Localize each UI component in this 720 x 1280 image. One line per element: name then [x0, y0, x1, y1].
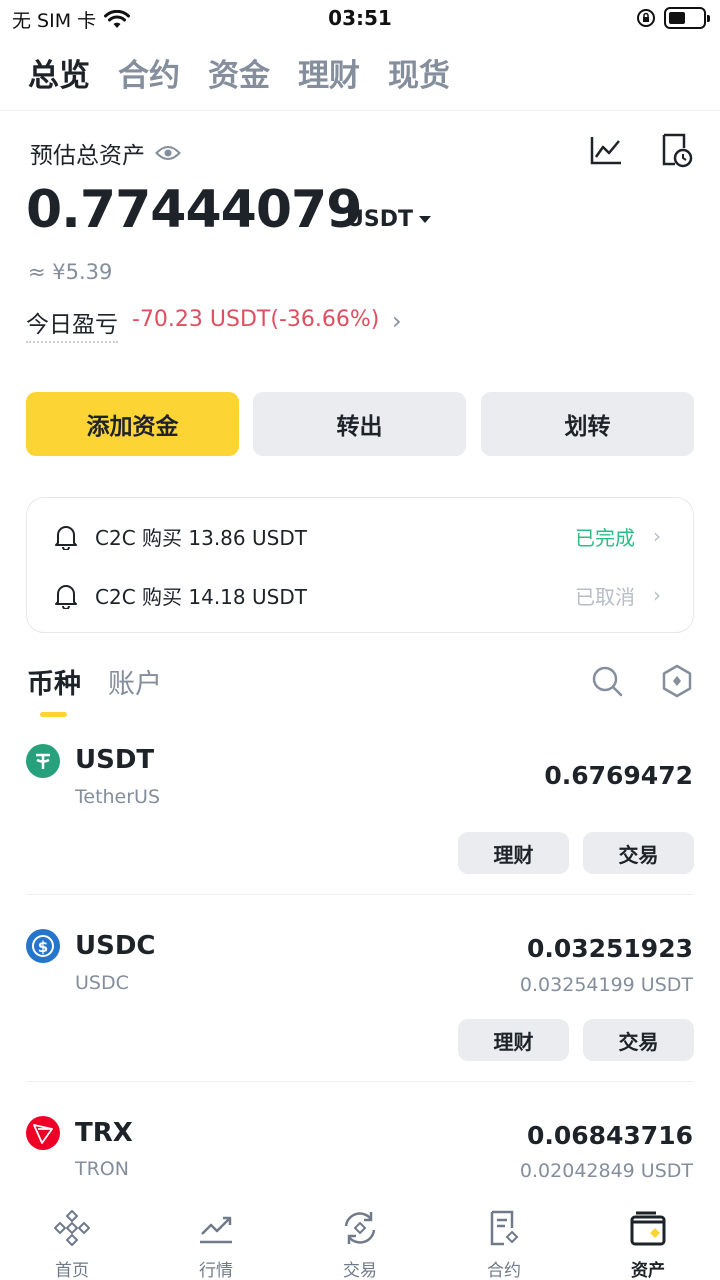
nav-futures[interactable]: 合约 [432, 1192, 576, 1280]
trade-button[interactable]: 交易 [583, 832, 694, 874]
trade-swap-icon [344, 1212, 376, 1244]
home-icon [54, 1210, 90, 1246]
rotation-lock-icon [637, 9, 655, 27]
battery-icon [664, 7, 710, 29]
trx-logo-icon [26, 1116, 60, 1150]
usdc-logo-icon: $ [26, 929, 60, 963]
tab-accounts[interactable]: 账户 [108, 662, 162, 701]
chevron-right-icon: › [653, 524, 661, 548]
estimated-assets-row: 预估总资产 [30, 136, 181, 170]
settings-hex-icon[interactable] [661, 664, 693, 698]
chevron-right-icon[interactable]: › [392, 307, 402, 335]
total-asset-amount: 0.77444079 [26, 180, 362, 240]
eye-icon[interactable] [155, 144, 181, 162]
tab-indicator [40, 712, 67, 717]
nav-label: 交易 [343, 1261, 377, 1280]
coin-symbol: USDT [75, 745, 155, 775]
market-chart-icon [200, 1216, 232, 1244]
coin-name: TetherUS [75, 786, 161, 808]
today-pnl-value[interactable]: -70.23 USDT(-36.66%) [132, 307, 379, 332]
nav-label: 首页 [55, 1261, 89, 1280]
usdt-logo-icon [26, 744, 60, 778]
nav-trade[interactable]: 交易 [288, 1192, 432, 1280]
history-icon[interactable] [660, 132, 694, 168]
tab-coins[interactable]: 币种 [27, 662, 81, 701]
earn-button[interactable]: 理财 [458, 832, 569, 874]
tab-funding[interactable]: 资金 [208, 50, 270, 95]
bell-icon [55, 526, 77, 550]
clock: 03:51 [328, 6, 392, 30]
tab-futures[interactable]: 合约 [118, 50, 180, 95]
coin-balance: 0.06843716 [526, 1121, 693, 1150]
nav-home[interactable]: 首页 [0, 1192, 144, 1280]
notice-text: C2C 购买 13.86 USDT [95, 525, 307, 550]
nav-label: 资产 [631, 1261, 665, 1280]
svg-text:$: $ [38, 938, 48, 956]
coin-balance: 0.03251923 [526, 934, 693, 963]
top-tab-bar: 总览 合约 资金 理财 现货 [28, 50, 450, 95]
futures-doc-icon [490, 1210, 519, 1246]
wallet-icon [630, 1211, 666, 1246]
status-bar: 无 SIM 卡 03:51 [0, 0, 720, 36]
tab-spot[interactable]: 现货 [388, 50, 450, 95]
tab-earn[interactable]: 理财 [298, 50, 360, 95]
coin-name: USDC [75, 972, 129, 994]
bell-icon [55, 585, 77, 609]
notice-item[interactable]: C2C 购买 13.86 USDT 已完成 › [27, 516, 693, 556]
search-icon[interactable] [590, 664, 624, 698]
row-divider [26, 894, 694, 895]
nav-label: 合约 [487, 1261, 521, 1280]
header-divider [0, 110, 720, 111]
approx-cny-value: ≈ ¥5.39 [28, 260, 113, 284]
nav-markets[interactable]: 行情 [144, 1192, 288, 1280]
nav-label: 行情 [199, 1261, 233, 1280]
estimated-assets-label: 预估总资产 [30, 143, 145, 169]
nav-assets[interactable]: 资产 [576, 1192, 720, 1280]
tab-overview[interactable]: 总览 [28, 50, 90, 95]
row-divider [26, 1081, 694, 1082]
notice-text: C2C 购买 14.18 USDT [95, 584, 307, 609]
trade-button[interactable]: 交易 [583, 1019, 694, 1061]
order-notice-card: C2C 购买 13.86 USDT 已完成 › C2C 购买 14.18 USD… [26, 497, 694, 633]
coin-symbol: USDC [75, 931, 156, 961]
status-right [636, 7, 710, 29]
today-pnl-label[interactable]: 今日盈亏 [26, 305, 118, 343]
earn-button[interactable]: 理财 [458, 1019, 569, 1061]
coin-usdt-value: 0.02042849 USDT [519, 1160, 693, 1182]
coin-usdt-value: 0.03254199 USDT [519, 974, 693, 996]
withdraw-button[interactable]: 转出 [253, 392, 466, 456]
add-funds-button[interactable]: 添加资金 [26, 392, 239, 456]
unit-selector[interactable]: USDT [346, 207, 431, 232]
bottom-nav: 首页 行情 交易 合约 资产 [0, 1192, 720, 1280]
unit-label: USDT [346, 207, 413, 232]
notice-status: 已取消 [575, 584, 635, 609]
caret-down-icon [418, 216, 431, 223]
chevron-right-icon: › [653, 583, 661, 607]
coin-symbol: TRX [75, 1118, 133, 1148]
coin-balance: 0.6769472 [544, 761, 693, 790]
transfer-button[interactable]: 划转 [481, 392, 694, 456]
coin-name: TRON [75, 1158, 129, 1180]
pnl-chart-icon[interactable] [589, 132, 623, 168]
notice-status: 已完成 [575, 525, 635, 550]
notice-item[interactable]: C2C 购买 14.18 USDT 已取消 › [27, 575, 693, 615]
